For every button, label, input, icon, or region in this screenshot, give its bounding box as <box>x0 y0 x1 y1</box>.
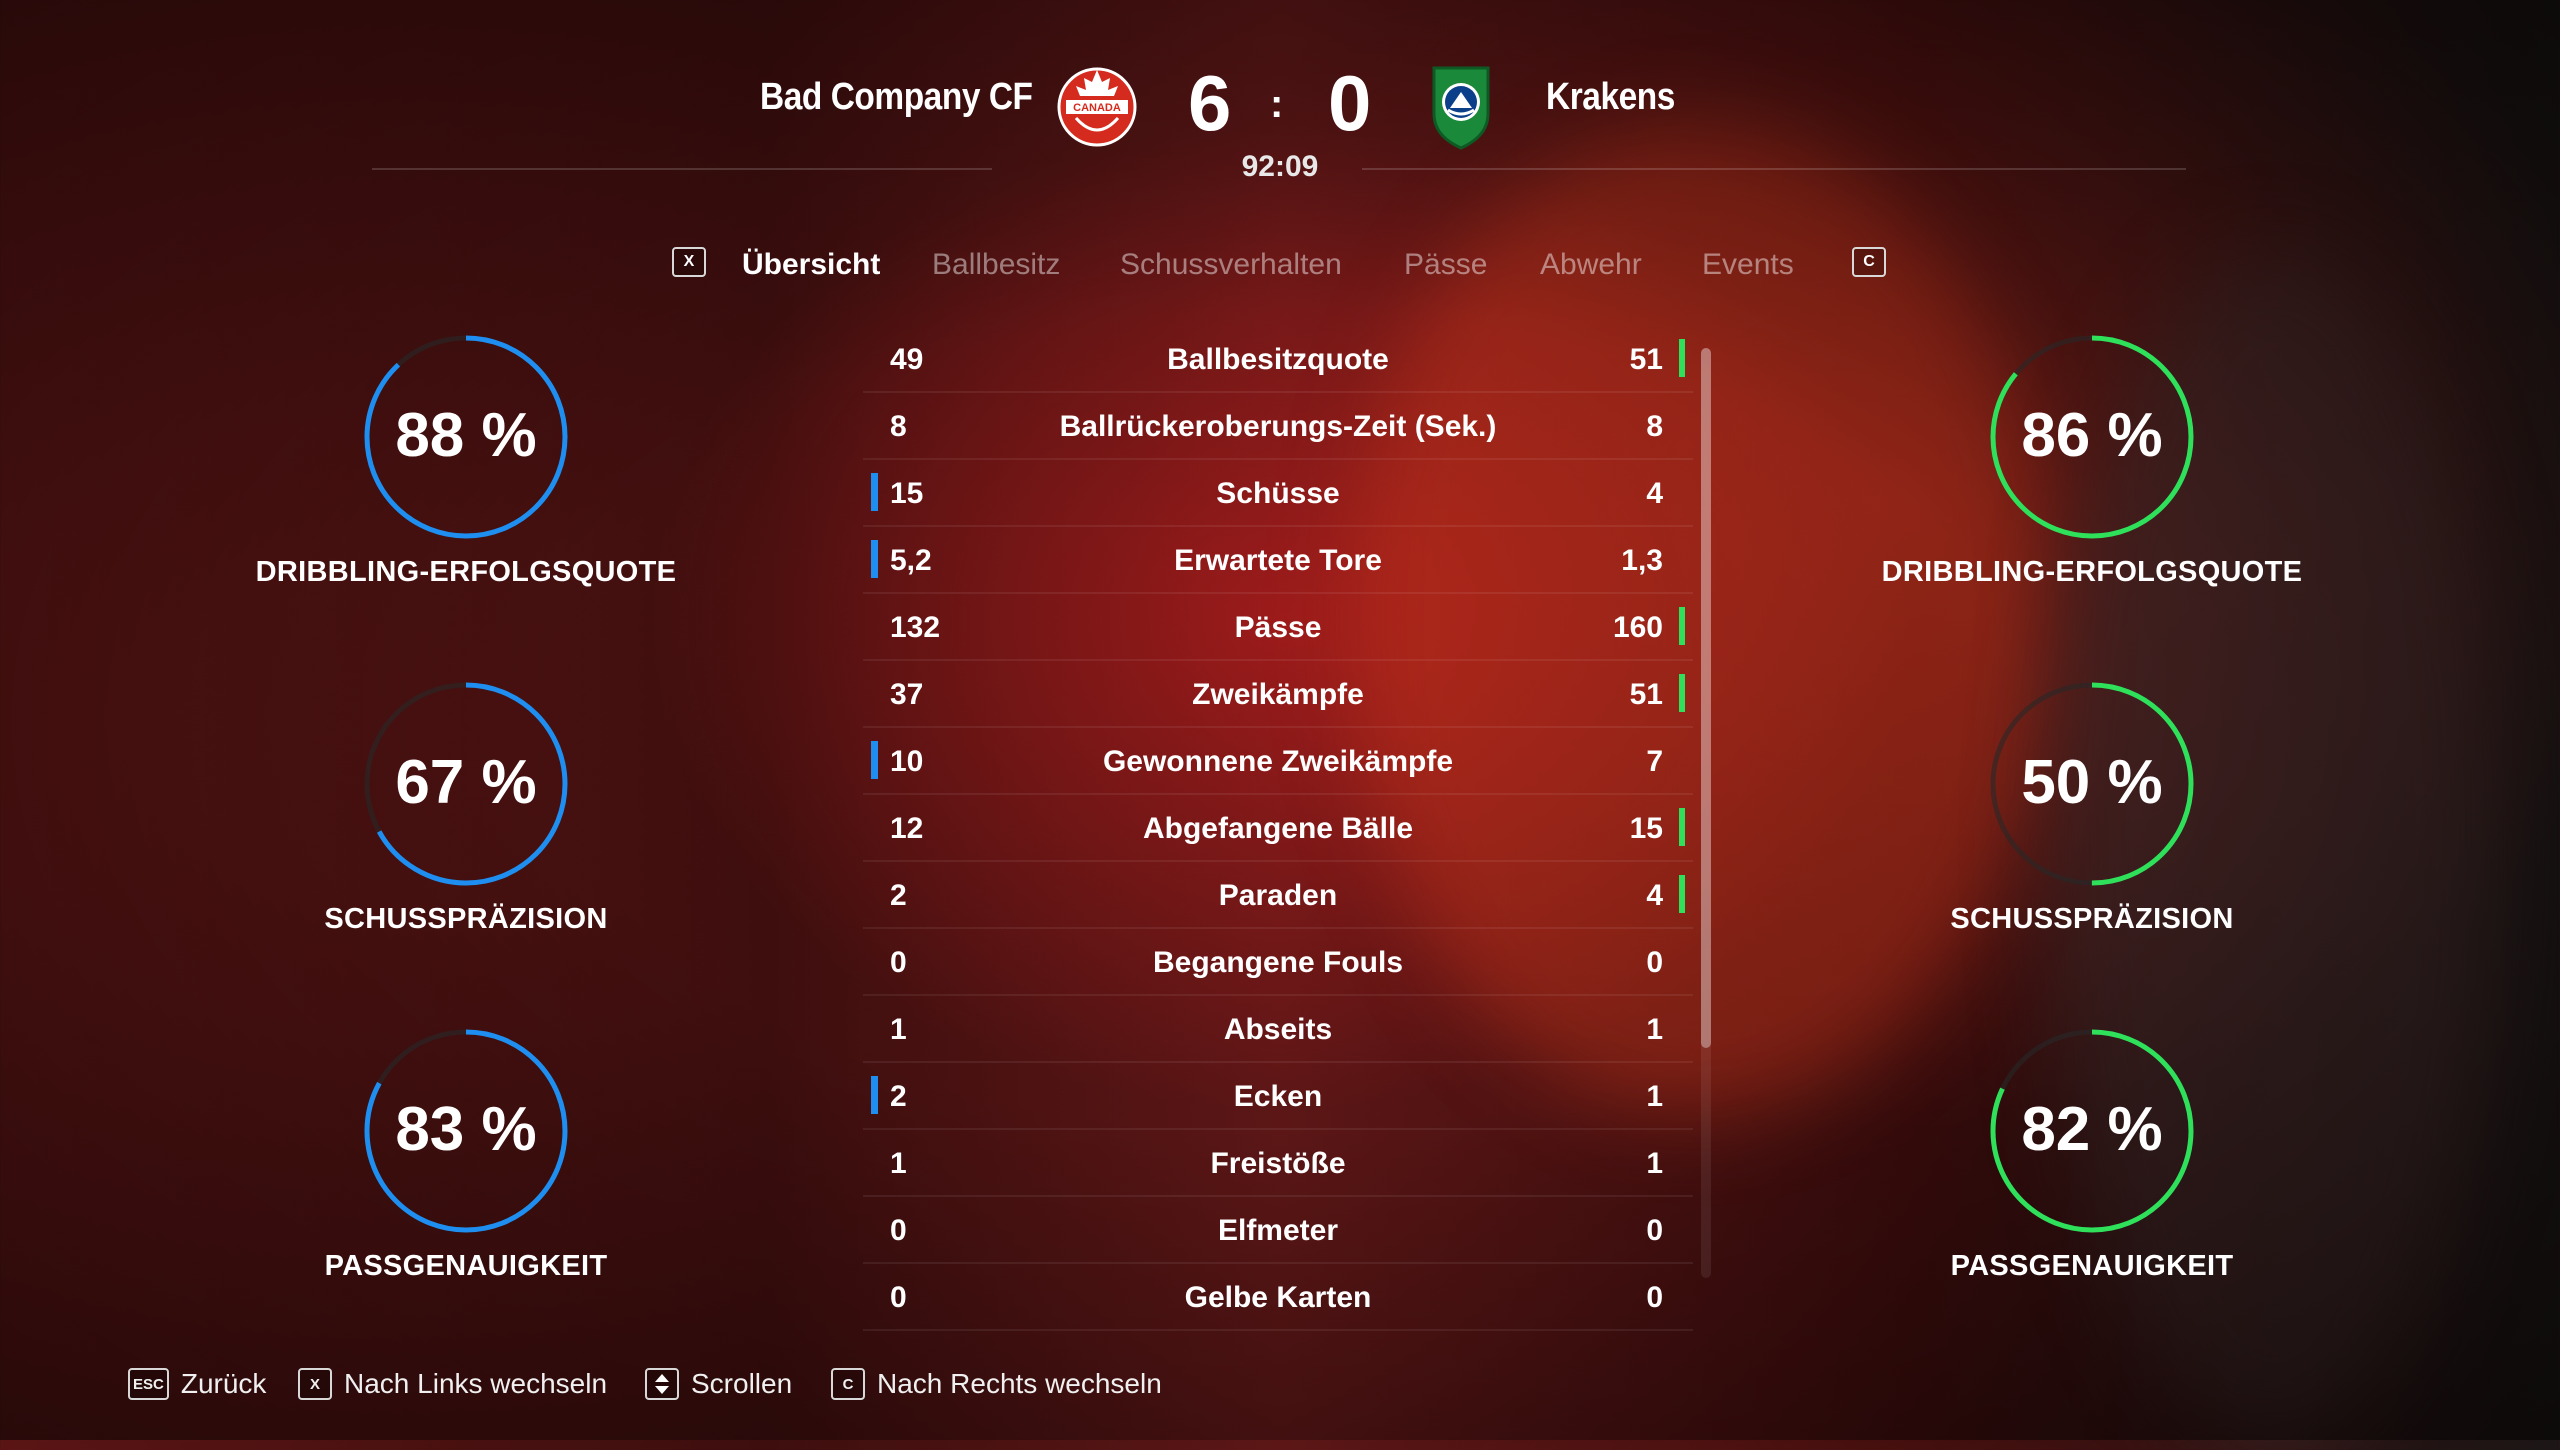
stat-away-value: 4 <box>1646 477 1663 510</box>
scrollbar-thumb[interactable] <box>1701 348 1711 1048</box>
footer-scroll[interactable]: Scrollen <box>645 1364 792 1404</box>
stat-row: 37 Zweikämpfe 51 <box>863 661 1693 728</box>
stat-label: Begangene Fouls <box>1152 946 1404 979</box>
back-label: Zurück <box>180 1368 267 1399</box>
tab-possession[interactable]: Ballbesitz <box>932 248 1060 282</box>
stat-away-value: 8 <box>1646 410 1663 443</box>
ring-value: 83 % <box>395 1095 537 1164</box>
stat-row: 49 Ballbesitzquote 51 <box>863 326 1693 393</box>
stat-away-value: 1,3 <box>1621 544 1663 577</box>
scrollbar[interactable] <box>1701 348 1711 1278</box>
switch-left-label: Nach Links wechseln <box>344 1368 608 1399</box>
header-divider-right <box>1362 168 2186 170</box>
away-score: 0 <box>1328 59 1372 147</box>
stat-away-value: 0 <box>1646 1281 1663 1314</box>
stat-row: 0 Begangene Fouls 0 <box>863 929 1693 996</box>
stat-row: 10 Gewonnene Zweikämpfe 7 <box>863 728 1693 795</box>
ring-label: SCHUSSPRÄZISION <box>324 903 608 935</box>
stat-away-value: 1 <box>1646 1147 1663 1180</box>
ring-value: 50 % <box>2021 748 2163 817</box>
stats-table[interactable]: 49 Ballbesitzquote 51 8 Ballrückeroberungs-Z… <box>863 326 1693 1331</box>
c-key-icon: C <box>831 1368 865 1400</box>
stat-away-value: 1 <box>1646 1080 1663 1113</box>
away-passing-ring: 82 % PASSGENAUIGKEIT <box>1872 1026 2312 1283</box>
score-separator: : <box>1270 82 1284 126</box>
stat-away-value: 15 <box>1629 812 1663 845</box>
ring-value: 82 % <box>2021 1095 2163 1164</box>
stat-label: Abgefangene Bälle <box>1142 812 1414 845</box>
tab-left-key[interactable]: X <box>672 247 706 277</box>
stat-label: Pässe <box>1234 611 1322 644</box>
match-clock: 92:09 <box>1241 150 1319 183</box>
stat-label: Paraden <box>1218 879 1338 912</box>
stat-label: Ballrückeroberungs-Zeit (Sek.) <box>1059 410 1497 443</box>
ring-value: 86 % <box>2021 401 2163 470</box>
stat-label: Schüsse <box>1216 477 1340 510</box>
ring-label: PASSGENAUIGKEIT <box>324 1250 608 1282</box>
home-dribbling-ring: 88 % DRIBBLING-ERFOLGSQUOTE <box>246 332 686 589</box>
svg-text:CANADA: CANADA <box>1073 102 1121 114</box>
stat-row: 1 Freistöße 1 <box>863 1130 1693 1197</box>
esc-key-icon: ESC <box>128 1368 169 1400</box>
home-team-name: Bad Company CF <box>760 76 1033 118</box>
stat-away-value: 1 <box>1646 1013 1663 1046</box>
header-divider-left <box>372 168 992 170</box>
stat-row: 2 Paraden 4 <box>863 862 1693 929</box>
switch-right-label: Nach Rechts wechseln <box>877 1368 1162 1399</box>
stat-label: Zweikämpfe <box>1192 678 1364 711</box>
stat-row: 132 Pässe 160 <box>863 594 1693 661</box>
stat-row: 0 Elfmeter 0 <box>863 1197 1693 1264</box>
ring-label: DRIBBLING-ERFOLGSQUOTE <box>1881 556 2303 588</box>
away-crest-icon <box>1428 62 1494 152</box>
away-shooting-ring: 50 % SCHUSSPRÄZISION <box>1872 679 2312 936</box>
dpad-updown-icon <box>645 1368 679 1400</box>
stat-away-value: 4 <box>1646 879 1663 912</box>
ring-value: 67 % <box>395 748 537 817</box>
footer-switch-right[interactable]: C Nach Rechts wechseln <box>831 1364 1162 1404</box>
stat-label: Erwartete Tore <box>1174 544 1382 577</box>
stat-row: 5,2 Erwartete Tore 1,3 <box>863 527 1693 594</box>
ring-value: 88 % <box>395 401 537 470</box>
home-shooting-ring: 67 % SCHUSSPRÄZISION <box>246 679 686 936</box>
stat-away-value: 0 <box>1646 946 1663 979</box>
stat-row: 0 Gelbe Karten 0 <box>863 1264 1693 1331</box>
stat-row: 8 Ballrückeroberungs-Zeit (Sek.) 8 <box>863 393 1693 460</box>
stat-away-value: 51 <box>1629 678 1663 711</box>
ring-label: DRIBBLING-ERFOLGSQUOTE <box>255 556 677 588</box>
stat-label: Freistöße <box>1210 1147 1346 1180</box>
stat-label: Ecken <box>1233 1080 1323 1113</box>
stat-row: 15 Schüsse 4 <box>863 460 1693 527</box>
home-passing-ring: 83 % PASSGENAUIGKEIT <box>246 1026 686 1283</box>
stat-row: 2 Ecken 1 <box>863 1063 1693 1130</box>
home-crest-icon: CANADA <box>1054 62 1140 148</box>
stat-label: Gewonnene Zweikämpfe <box>1102 745 1454 778</box>
stat-row: 1 Abseits 1 <box>863 996 1693 1063</box>
stat-away-value: 0 <box>1646 1214 1663 1247</box>
stat-away-value: 51 <box>1629 343 1663 376</box>
away-dribbling-ring: 86 % DRIBBLING-ERFOLGSQUOTE <box>1872 332 2312 589</box>
footer-switch-left[interactable]: X Nach Links wechseln <box>298 1364 607 1404</box>
home-score: 6 <box>1188 59 1232 147</box>
stat-label: Elfmeter <box>1217 1214 1339 1247</box>
scroll-label: Scrollen <box>691 1368 793 1399</box>
stat-label: Abseits <box>1223 1013 1333 1046</box>
ring-label: SCHUSSPRÄZISION <box>1950 903 2234 935</box>
stat-row: 12 Abgefangene Bälle 15 <box>863 795 1693 862</box>
stat-label: Gelbe Karten <box>1184 1281 1372 1314</box>
footer-back[interactable]: ESC Zurück <box>128 1364 266 1404</box>
tab-right-key[interactable]: C <box>1852 247 1886 277</box>
stat-label: Ballbesitzquote <box>1167 343 1389 376</box>
tab-defense[interactable]: Abwehr <box>1540 248 1642 282</box>
stat-away-value: 7 <box>1646 745 1663 778</box>
tab-passes[interactable]: Pässe <box>1404 248 1487 282</box>
ring-label: PASSGENAUIGKEIT <box>1950 1250 2234 1282</box>
stat-away-value: 160 <box>1612 611 1663 644</box>
x-key-icon: X <box>298 1368 332 1400</box>
tab-overview[interactable]: Übersicht <box>742 248 880 282</box>
away-team-name: Krakens <box>1546 76 1675 118</box>
tab-events[interactable]: Events <box>1702 248 1794 282</box>
tab-shooting[interactable]: Schussverhalten <box>1120 248 1342 282</box>
